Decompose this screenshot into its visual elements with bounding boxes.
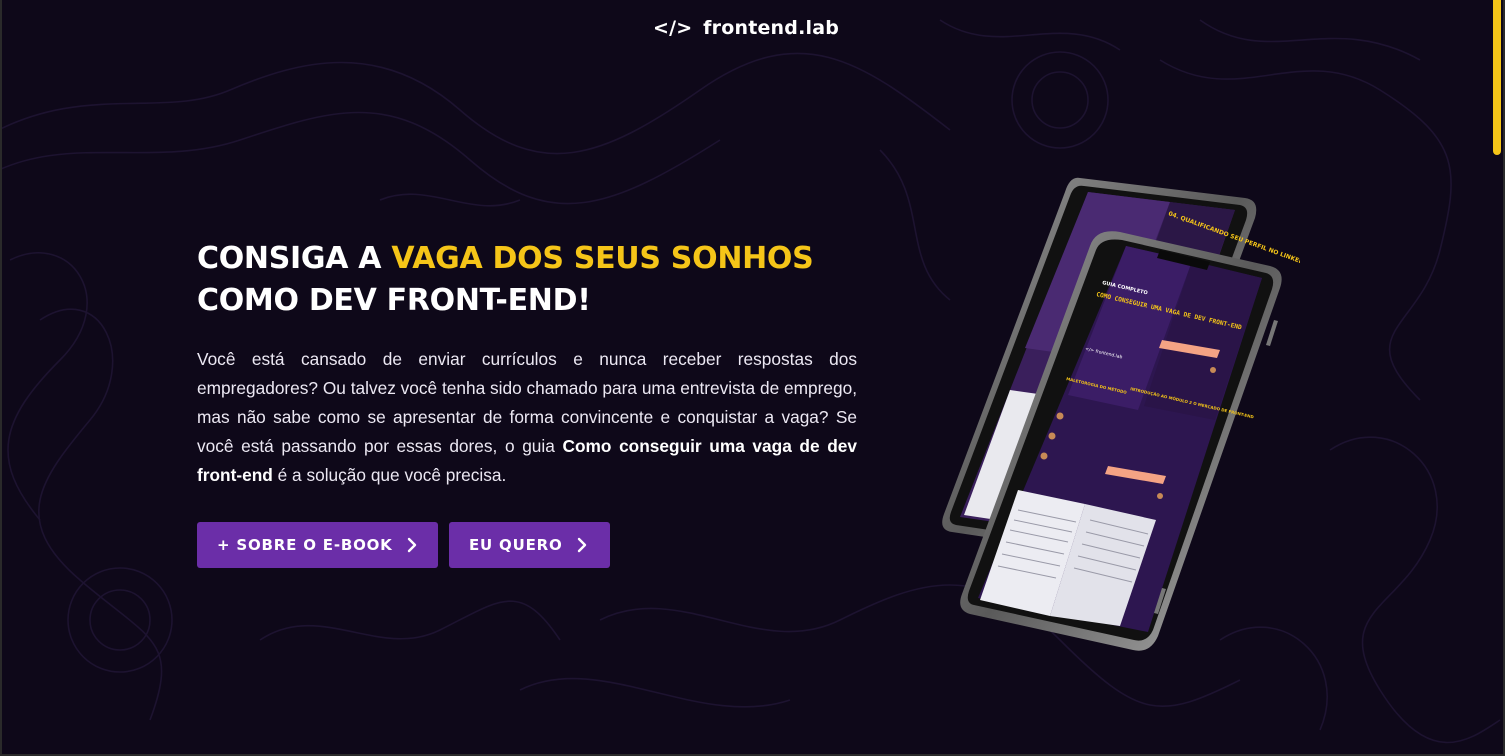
brand-logo[interactable]: </> frontend.lab xyxy=(0,17,1492,39)
hero-description: Você está cansado de enviar currículos e… xyxy=(197,345,857,490)
about-ebook-label: + SOBRE O E-BOOK xyxy=(217,536,393,554)
headline-highlight: VAGA DOS SEUS SONHOS xyxy=(391,241,814,276)
ebook-phone-mockup: 04. QUALIFICANDO SEU PERFIL NO LINKEDIN … xyxy=(942,177,1300,651)
chevron-right-icon xyxy=(407,537,417,553)
chevron-right-icon xyxy=(577,537,587,553)
scrollbar-thumb[interactable] xyxy=(1493,0,1501,155)
about-ebook-button[interactable]: + SOBRE O E-BOOK xyxy=(197,522,438,568)
headline-part1: CONSIGA A xyxy=(197,241,392,276)
hero-headline: CONSIGA A VAGA DOS SEUS SONHOS COMO DEV … xyxy=(197,238,857,322)
cta-buttons: + SOBRE O E-BOOK EU QUERO xyxy=(197,522,610,568)
headline-part2: COMO DEV FRONT-END! xyxy=(197,283,591,318)
code-icon: </> xyxy=(652,17,693,39)
want-label: EU QUERO xyxy=(469,536,563,554)
scrollbar[interactable] xyxy=(1493,0,1503,756)
description-text-2: é a solução que você precisa. xyxy=(272,465,507,485)
brand-name: frontend.lab xyxy=(703,17,840,39)
want-button[interactable]: EU QUERO xyxy=(449,522,610,568)
hero-section: CONSIGA A VAGA DOS SEUS SONHOS COMO DEV … xyxy=(197,238,857,490)
